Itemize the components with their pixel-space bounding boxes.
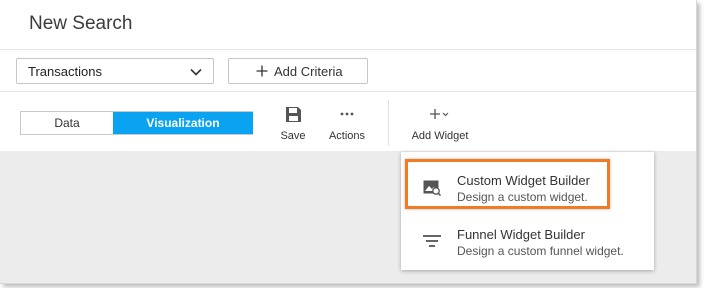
add-widget-label: Add Widget <box>411 130 469 142</box>
divider <box>0 91 696 92</box>
divider <box>0 49 696 50</box>
source-select[interactable]: Transactions <box>16 58 214 84</box>
plus-icon <box>256 65 268 80</box>
highlight-box <box>405 159 610 209</box>
add-criteria-label: Add Criteria <box>274 64 343 79</box>
actions-label: Actions <box>328 130 366 142</box>
page-title: New Search <box>29 13 133 34</box>
more-horizontal-icon <box>326 104 368 124</box>
data-tab[interactable]: Data <box>21 112 113 134</box>
add-criteria-button[interactable]: Add Criteria <box>228 58 368 84</box>
save-label: Save <box>280 130 306 142</box>
menu-item-title: Funnel Widget Builder <box>457 227 585 242</box>
actions-button[interactable]: Actions <box>326 104 368 142</box>
toolbar-separator <box>388 100 389 146</box>
visualization-tab[interactable]: Visualization <box>113 112 253 134</box>
menu-item-description: Design a custom funnel widget. <box>457 244 624 258</box>
menu-item-funnel-widget-builder[interactable]: Funnel Widget Builder Design a custom fu… <box>401 214 654 264</box>
save-button[interactable]: Save <box>278 104 308 142</box>
plus-dropdown-icon <box>408 104 472 124</box>
data-visualization-toggle: Data Visualization <box>20 111 253 135</box>
chevron-down-icon <box>189 65 203 82</box>
add-widget-button[interactable]: Add Widget <box>408 104 472 142</box>
save-icon <box>278 104 308 124</box>
funnel-icon <box>423 234 441 253</box>
source-select-value: Transactions <box>28 64 102 79</box>
